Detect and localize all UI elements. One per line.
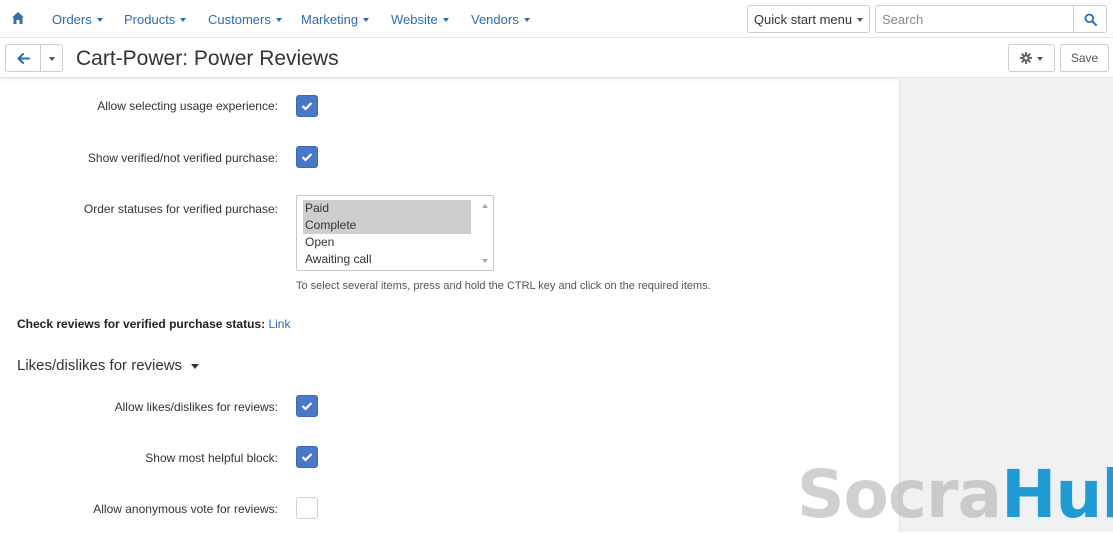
caret-down-icon [180, 17, 187, 22]
menu-customers[interactable]: Customers [208, 0, 282, 38]
watermark-part1: Socra [797, 456, 1002, 533]
status-option-open[interactable]: Open [303, 234, 471, 251]
menu-label: Marketing [301, 11, 359, 27]
search-button[interactable] [1073, 5, 1107, 33]
caret-down-icon [523, 17, 530, 22]
scroll-down-arrow-icon [482, 259, 488, 263]
menu-marketing[interactable]: Marketing [301, 0, 370, 38]
menu-vendors[interactable]: Vendors [471, 0, 530, 38]
page-title: Cart-Power: Power Reviews [76, 47, 339, 70]
likes-dislikes-section-header[interactable]: Likes/dislikes for reviews [17, 357, 200, 374]
title-bar: Cart-Power: Power Reviews Save [0, 39, 1113, 78]
menu-label: Website [391, 11, 438, 27]
check-reviews-row: Check reviews for verified purchase stat… [17, 317, 290, 331]
caret-down-icon [1037, 56, 1043, 61]
section-title: Likes/dislikes for reviews [17, 357, 183, 374]
anonymous-vote-label: Allow anonymous vote for reviews: [93, 502, 278, 516]
check-reviews-link[interactable]: Link [268, 317, 290, 331]
menu-label: Customers [208, 11, 271, 27]
allow-likes-label: Allow likes/dislikes for reviews: [114, 400, 278, 414]
order-statuses-select[interactable]: Paid Complete Open Awaiting call [296, 195, 494, 271]
history-dropdown-button[interactable] [40, 44, 63, 72]
anonymous-vote-checkbox[interactable] [296, 497, 318, 519]
search-input[interactable] [875, 5, 1074, 33]
search-icon [1084, 13, 1097, 26]
back-button[interactable] [5, 44, 41, 72]
save-button[interactable]: Save [1060, 44, 1109, 72]
menu-products[interactable]: Products [124, 0, 187, 38]
caret-down-icon [191, 363, 200, 369]
caret-down-icon [48, 56, 55, 61]
caret-down-icon [96, 17, 103, 22]
most-helpful-checkbox[interactable] [296, 446, 318, 468]
usage-experience-label: Allow selecting usage experience: [97, 99, 278, 113]
caret-down-icon [363, 17, 370, 22]
caret-down-icon [275, 17, 282, 22]
status-option-complete[interactable]: Complete [303, 217, 471, 234]
most-helpful-label: Show most helpful block: [145, 451, 278, 465]
menu-label: Vendors [471, 11, 519, 27]
status-option-awaiting-call[interactable]: Awaiting call [303, 251, 471, 268]
verified-purchase-checkbox[interactable] [296, 146, 318, 168]
verified-purchase-label: Show verified/not verified purchase: [87, 151, 278, 165]
caret-down-icon [857, 17, 864, 22]
settings-dropdown-button[interactable] [1008, 44, 1055, 72]
quick-start-menu-button[interactable]: Quick start menu [747, 5, 870, 33]
multi-select-help-text: To select several items, press and hold … [296, 280, 711, 292]
menu-label: Products [124, 11, 176, 27]
listbox-scrollbar[interactable] [478, 197, 492, 269]
menu-website[interactable]: Website [391, 0, 449, 38]
watermark-part2: Hub [1001, 456, 1113, 533]
check-icon [301, 153, 313, 162]
status-option-paid[interactable]: Paid [303, 200, 471, 217]
order-statuses-label: Order statuses for verified purchase: [83, 202, 278, 216]
top-navigation: Orders Products Customers Marketing Webs… [0, 0, 1113, 38]
scroll-up-arrow-icon [482, 204, 488, 208]
menu-label: Orders [52, 11, 92, 27]
gear-icon [1020, 52, 1032, 64]
home-icon[interactable] [11, 11, 25, 25]
menu-orders[interactable]: Orders [52, 0, 103, 38]
check-reviews-label: Check reviews for verified purchase stat… [17, 317, 266, 331]
socrahub-watermark: SocraHub [797, 462, 1113, 528]
arrow-left-icon [17, 52, 30, 64]
allow-likes-checkbox[interactable] [296, 395, 318, 417]
caret-down-icon [442, 17, 449, 22]
check-icon [301, 402, 313, 411]
quick-start-label: Quick start menu [753, 11, 853, 27]
usage-experience-checkbox[interactable] [296, 95, 318, 117]
check-icon [301, 102, 313, 111]
check-icon [301, 453, 313, 462]
